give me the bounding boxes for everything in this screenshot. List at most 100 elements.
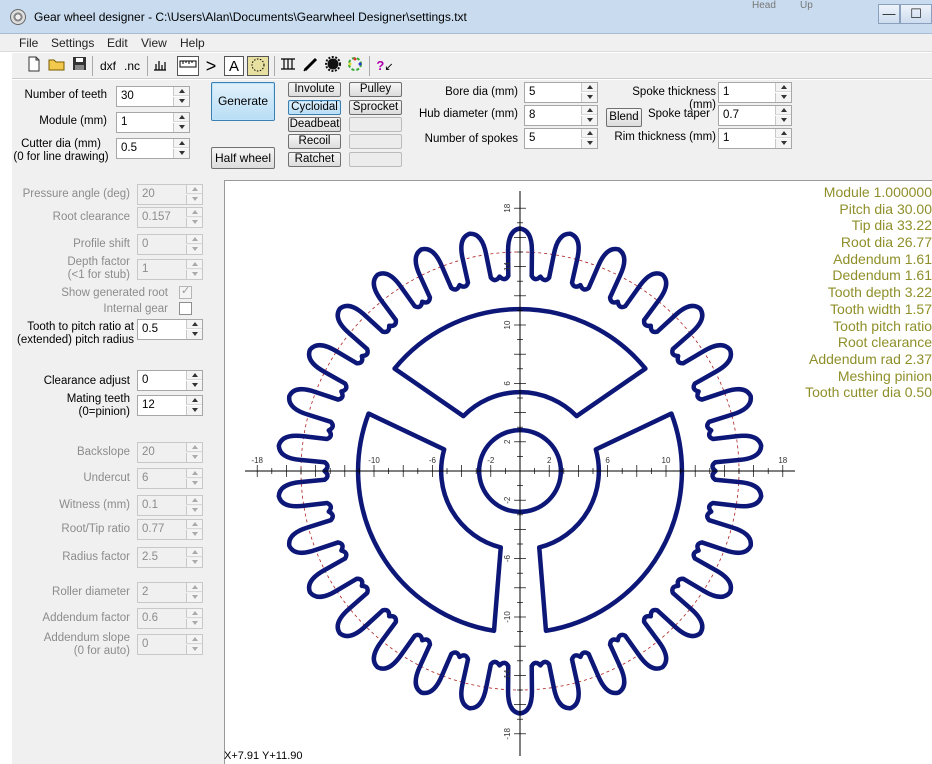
cycloidal-button[interactable]: Cycloidal [288, 100, 341, 115]
undercut-input[interactable]: 6 [137, 468, 203, 489]
roller-diameter-input[interactable]: 2 [137, 582, 203, 603]
y-tick-label: 10 [503, 320, 512, 329]
menu-settings[interactable]: Settings [51, 36, 94, 50]
bore-input[interactable]: 5 [524, 82, 598, 103]
rim-thickness-label: Rim thickness (mm) [614, 131, 716, 143]
mating-teeth-input[interactable]: 12 [137, 395, 203, 416]
stat-line: Addendum rad 2.37 [809, 350, 932, 367]
tooth-pitch-ratio-label: Tooth to pitch ratio at [27, 321, 134, 333]
dotted-circle-icon[interactable] [247, 56, 269, 76]
rim-thickness-input[interactable]: 1 [718, 128, 792, 149]
radius-factor-input[interactable]: 2.5 [137, 547, 203, 568]
export-nc-button[interactable]: .nc [121, 56, 143, 76]
internal-gear-checkbox[interactable] [179, 302, 192, 315]
profile-shift-input[interactable]: 0 [137, 234, 203, 255]
module-input[interactable]: 1 [116, 112, 190, 133]
addendum-factor-label: Addendum factor [42, 612, 130, 624]
y-tick-label: -14 [503, 669, 512, 681]
menu-help[interactable]: Help [180, 36, 205, 50]
sprocket-button[interactable]: Sprocket [349, 100, 402, 115]
pulley-button[interactable]: Pulley [349, 82, 402, 97]
x-tick-label: -2 [487, 456, 495, 465]
spoke-cutout [355, 411, 503, 634]
menu-file[interactable]: File [19, 36, 38, 50]
menu-bar: File Settings Edit View Help [0, 34, 932, 52]
spoke-thickness-input[interactable]: 1 [718, 82, 792, 103]
clearance-adjust-input[interactable]: 0 [137, 370, 203, 391]
tooth-pitch-ratio-input[interactable]: 0.5 [137, 319, 203, 340]
cutter-icon[interactable] [278, 56, 298, 76]
generate-button[interactable]: Generate [211, 82, 275, 121]
stat-line: Meshing pinion [837, 367, 932, 384]
bore-label: Bore dia (mm) [445, 86, 518, 98]
involute-button[interactable]: Involute [288, 82, 341, 97]
chevron-right-icon[interactable]: > [203, 56, 219, 76]
hub-input[interactable]: 8 [524, 105, 598, 126]
gear-stats-panel: Module 1.000000 Pitch dia 30.00 Tip dia … [805, 184, 932, 401]
minimize-button[interactable]: — [878, 4, 900, 24]
cutter-input[interactable]: 0.5 [116, 138, 190, 159]
roller-diameter-label: Roller diameter [52, 586, 130, 598]
y-tick-label: -6 [503, 554, 512, 562]
toolbar-separator [147, 56, 148, 76]
x-tick-label: -18 [251, 456, 263, 465]
recoil-button[interactable]: Recoil [288, 134, 341, 149]
cutter-sublabel: (0 for line drawing) [13, 151, 109, 163]
measure-icon[interactable] [151, 56, 169, 76]
mating-teeth-sublabel: (0=pinion) [78, 406, 130, 418]
drawing-canvas[interactable]: -18 -10 -6 -2 2 6 10 18 18 14 10 6 2 -2 -6 -10 -14 -18 Mo… [224, 180, 932, 764]
help-icon[interactable]: ?↙ [374, 56, 396, 76]
stat-line: Root clearance [837, 334, 932, 351]
gear-fill-icon[interactable] [324, 56, 342, 76]
menu-view[interactable]: View [141, 36, 167, 50]
new-file-icon[interactable] [26, 56, 42, 76]
blend-button[interactable]: Blend [606, 108, 642, 127]
backslope-input[interactable]: 20 [137, 442, 203, 463]
export-dxf-button[interactable]: dxf [96, 56, 120, 76]
root-clearance-input[interactable]: 0.157 [137, 207, 203, 228]
addendum-factor-input[interactable]: 0.6 [137, 608, 203, 629]
stat-line: Tooth cutter dia 0.50 [805, 384, 932, 401]
x-tick-label: 2 [547, 456, 552, 465]
hub-label: Hub diameter (mm) [418, 108, 518, 120]
half-wheel-button[interactable]: Half wheel [211, 147, 275, 169]
addendum-slope-input[interactable]: 0 [137, 634, 203, 655]
color-wheel-icon[interactable] [346, 56, 364, 76]
pressure-angle-label: Pressure angle (deg) [22, 188, 130, 200]
toolbar-separator [274, 56, 275, 76]
show-root-checkbox[interactable]: ✓ [179, 285, 192, 299]
spoke-taper-input[interactable]: 0.7 [718, 105, 792, 126]
depth-factor-input[interactable]: 1 [137, 259, 203, 280]
background-text-head: Head [752, 0, 776, 11]
spokes-input[interactable]: 5 [524, 128, 598, 149]
teeth-input[interactable]: 30 [116, 86, 190, 107]
witness-label: Witness (mm) [59, 499, 130, 511]
witness-input[interactable]: 0.1 [137, 495, 203, 516]
depth-factor-sublabel: (<1 for stub) [67, 269, 130, 281]
pressure-angle-input[interactable]: 20 [137, 184, 203, 205]
x-tick-label: -6 [429, 456, 437, 465]
save-icon[interactable] [71, 56, 87, 76]
toolbar-separator [92, 56, 93, 76]
title-bar: Gear wheel designer - C:\Users\Alan\Docu… [0, 0, 932, 34]
open-folder-icon[interactable] [48, 56, 66, 76]
y-tick-label: 18 [503, 203, 512, 212]
top-parameter-panel: Number of teeth 30 Module (mm) 1 Cutter … [12, 80, 932, 180]
pen-icon[interactable] [301, 56, 321, 76]
addendum-slope-sublabel: (0 for auto) [73, 645, 130, 657]
ratchet-button[interactable]: Ratchet [288, 152, 341, 167]
stat-line: Tooth pitch ratio [833, 317, 932, 334]
text-tool-button[interactable]: A [224, 56, 244, 76]
maximize-button[interactable]: ☐ [900, 4, 932, 24]
x-tick-label: -10 [368, 456, 380, 465]
stat-line: Dedendum 1.61 [832, 267, 932, 284]
menu-edit[interactable]: Edit [107, 36, 128, 50]
x-tick-label: 6 [605, 456, 610, 465]
root-tip-ratio-label: Root/Tip ratio [61, 523, 130, 535]
y-tick-label: 14 [503, 262, 512, 271]
root-tip-ratio-input[interactable]: 0.77 [137, 519, 203, 540]
deadbeat-button[interactable]: Deadbeat [288, 117, 341, 132]
empty-button [349, 117, 402, 132]
ruler-icon[interactable] [177, 56, 199, 76]
x-tick-label: 18 [778, 456, 787, 465]
